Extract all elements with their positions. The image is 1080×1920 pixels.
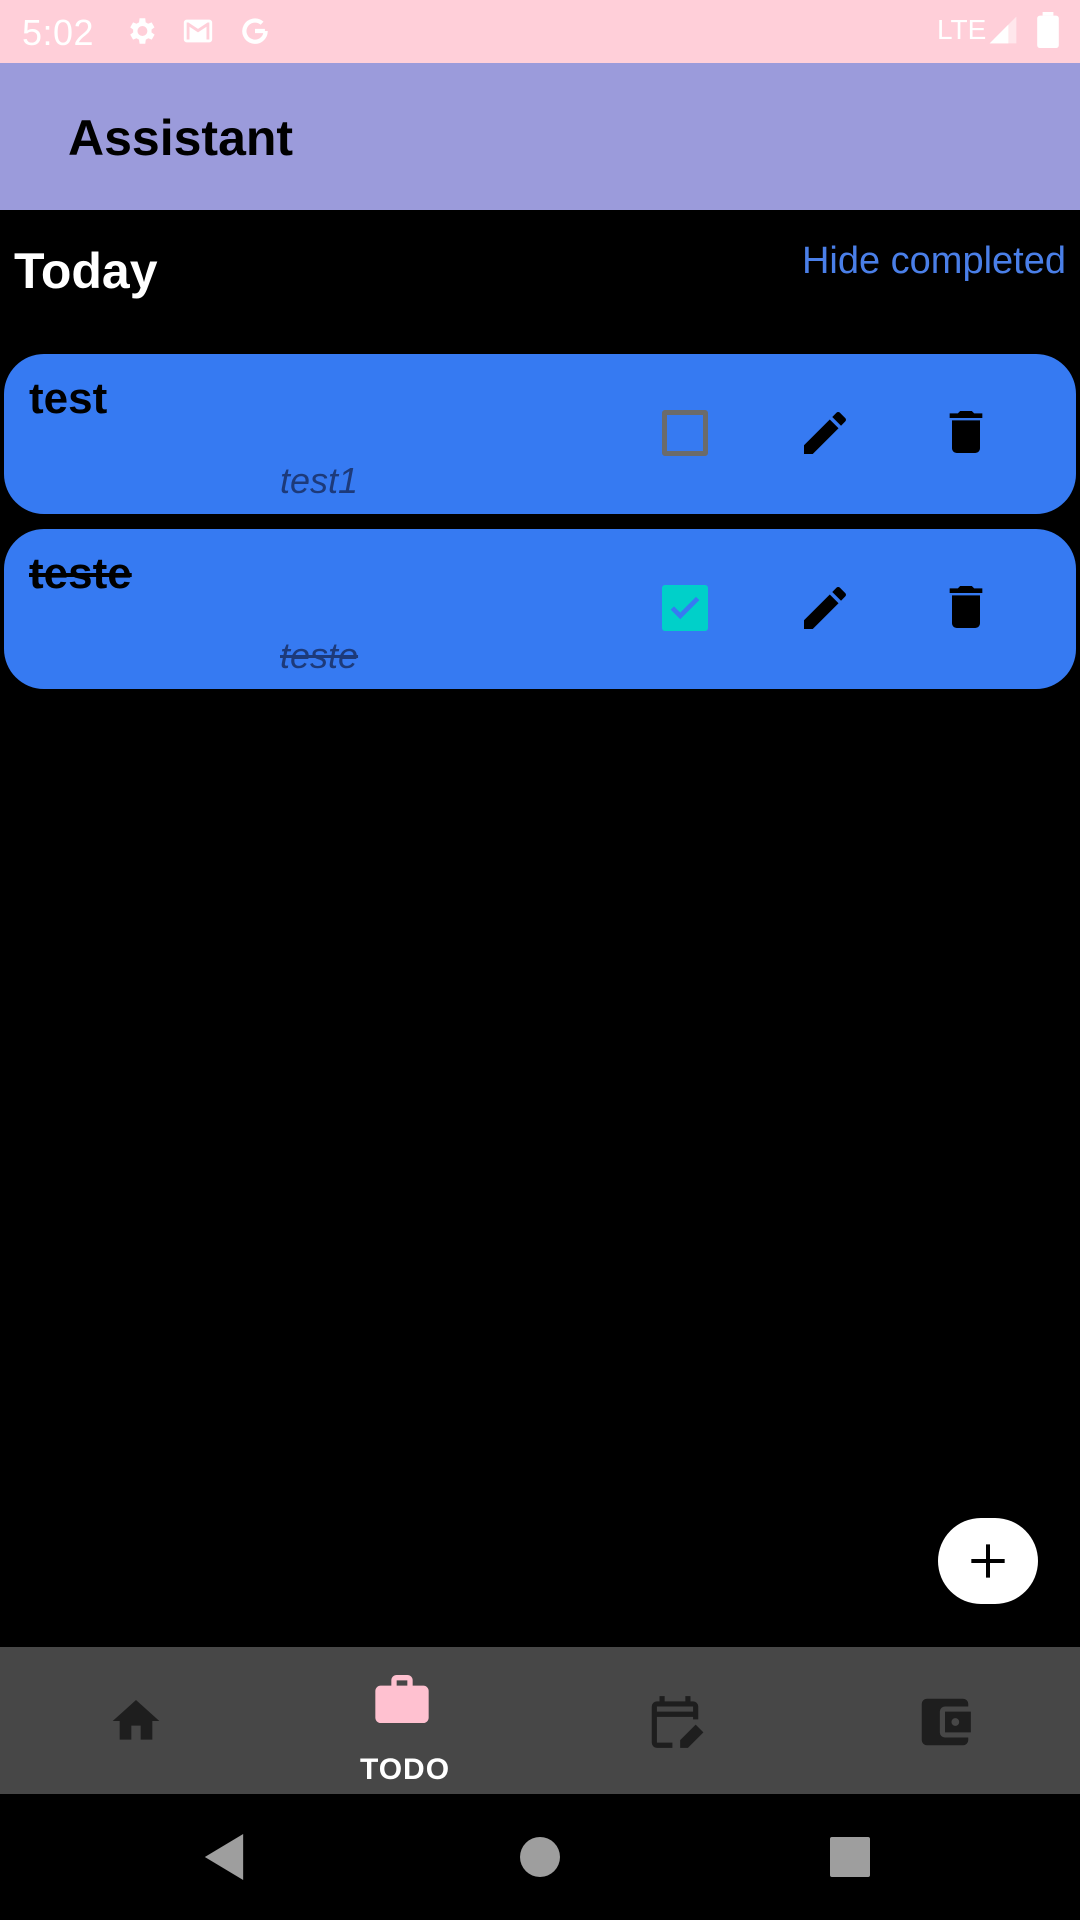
- gmail-icon: [180, 14, 216, 53]
- status-time: 5:02: [22, 12, 95, 53]
- nav-item-calendar[interactable]: [590, 1647, 760, 1794]
- task-description: test1: [280, 460, 359, 501]
- plus-icon: [971, 1544, 1005, 1578]
- delete-icon[interactable]: [938, 404, 994, 465]
- battery-icon: [1037, 12, 1059, 53]
- bottom-nav: TODO: [0, 1647, 1080, 1794]
- task-title: teste: [29, 549, 132, 598]
- recents-icon[interactable]: [830, 1837, 870, 1882]
- home-circle-icon[interactable]: [520, 1837, 560, 1882]
- task-checkbox[interactable]: [662, 410, 708, 456]
- add-task-button[interactable]: [938, 1518, 1038, 1604]
- hide-completed-button[interactable]: Hide completed: [802, 240, 1066, 283]
- briefcase-icon: [375, 1675, 429, 1723]
- task-title: test: [29, 374, 108, 423]
- task-card[interactable]: test test1: [4, 354, 1076, 514]
- task-checkbox-checked[interactable]: [662, 585, 708, 631]
- status-bar: 5:02 LTE: [0, 0, 1080, 63]
- home-icon: [112, 1700, 160, 1740]
- system-nav-bar: [0, 1794, 1080, 1920]
- app-bar: Assistant: [0, 63, 1080, 210]
- task-card[interactable]: teste teste: [4, 529, 1076, 689]
- nav-item-home[interactable]: [50, 1647, 220, 1794]
- edit-icon[interactable]: [797, 580, 853, 641]
- delete-icon[interactable]: [938, 579, 994, 640]
- task-description: teste: [280, 635, 359, 676]
- calendar-edit-icon: [651, 1696, 704, 1748]
- google-icon: [238, 14, 272, 53]
- nav-item-wallet[interactable]: [860, 1647, 1030, 1794]
- nav-label-todo: TODO: [359, 1753, 451, 1786]
- app-title: Assistant: [68, 110, 294, 166]
- edit-icon[interactable]: [797, 405, 853, 466]
- signal-icon: [987, 12, 1019, 53]
- back-icon[interactable]: [204, 1834, 244, 1885]
- network-label: LTE: [937, 14, 987, 45]
- section-title: Today: [14, 243, 158, 299]
- settings-icon: [124, 14, 158, 53]
- wallet-icon: [921, 1698, 971, 1746]
- nav-item-todo[interactable]: TODO: [320, 1647, 490, 1794]
- check-icon: [670, 596, 700, 620]
